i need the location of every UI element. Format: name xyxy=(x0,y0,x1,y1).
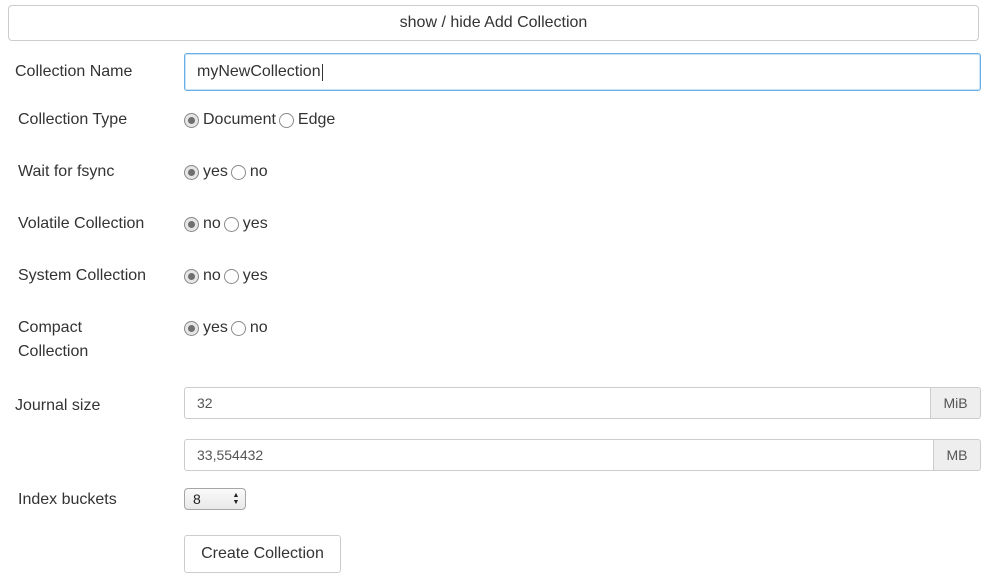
wait-for-fsync-label: Wait for fsync xyxy=(18,163,115,180)
radio-volatile-no[interactable] xyxy=(184,216,199,232)
radio-system-yes-label: yes xyxy=(242,267,268,284)
radio-compact-no[interactable] xyxy=(230,320,246,336)
radio-fsync-no-label: no xyxy=(249,163,268,180)
system-collection-label: System Collection xyxy=(18,267,147,284)
radio-document[interactable] xyxy=(184,112,199,128)
radio-volatile-yes-label: yes xyxy=(242,215,268,232)
radio-compact-yes[interactable] xyxy=(184,320,199,336)
wait-for-fsync-radio-group: yes no xyxy=(184,160,271,184)
journal-size-label: Journal size xyxy=(15,397,101,414)
compact-collection-label-line2: Collection xyxy=(18,343,89,360)
journal-size-mb-input[interactable]: 33,554432 xyxy=(184,439,934,471)
radio-system-no-label: no xyxy=(203,267,221,284)
create-collection-button[interactable]: Create Collection xyxy=(184,535,341,573)
radio-compact-yes-label: yes xyxy=(203,319,228,336)
radio-compact-no-label: no xyxy=(249,319,268,336)
journal-size-mib-value: 32 xyxy=(197,395,213,411)
radio-edge[interactable] xyxy=(278,112,294,128)
radio-system-yes[interactable] xyxy=(223,268,239,284)
journal-size-mb-value: 33,554432 xyxy=(197,447,264,463)
index-buckets-label: Index buckets xyxy=(18,491,117,508)
text-caret xyxy=(321,63,323,81)
collection-type-radio-group: Document Edge xyxy=(184,108,338,132)
collection-name-input[interactable]: myNewCollection xyxy=(184,53,981,91)
mib-unit-addon: MiB xyxy=(931,387,981,419)
toggle-add-collection-button[interactable]: show / hide Add Collection xyxy=(8,5,979,41)
volatile-collection-radio-group: no yes xyxy=(184,212,271,236)
mb-unit-addon: MB xyxy=(934,439,981,471)
collection-name-value: myNewCollection xyxy=(197,63,321,80)
radio-volatile-no-label: no xyxy=(203,215,221,232)
journal-size-mib-input[interactable]: 32 xyxy=(184,387,931,419)
radio-edge-label: Edge xyxy=(297,111,336,128)
index-buckets-select[interactable]: 8 ▲ ▼ xyxy=(184,488,246,510)
compact-collection-label-line1: Compact xyxy=(18,319,83,336)
radio-system-no[interactable] xyxy=(184,268,199,284)
collection-type-label: Collection Type xyxy=(18,111,128,128)
radio-fsync-yes[interactable] xyxy=(184,164,199,180)
radio-fsync-no[interactable] xyxy=(230,164,246,180)
radio-volatile-yes[interactable] xyxy=(223,216,239,232)
volatile-collection-label: Volatile Collection xyxy=(18,215,145,232)
add-collection-form: show / hide Add Collection Collection Na… xyxy=(0,0,981,578)
system-collection-radio-group: no yes xyxy=(184,264,271,288)
compact-collection-radio-group: yes no xyxy=(184,316,271,340)
radio-document-label: Document xyxy=(203,111,276,128)
select-arrows-icon: ▲ ▼ xyxy=(232,492,240,506)
collection-name-label: Collection Name xyxy=(15,63,133,80)
index-buckets-value: 8 xyxy=(193,491,201,507)
radio-fsync-yes-label: yes xyxy=(203,163,228,180)
